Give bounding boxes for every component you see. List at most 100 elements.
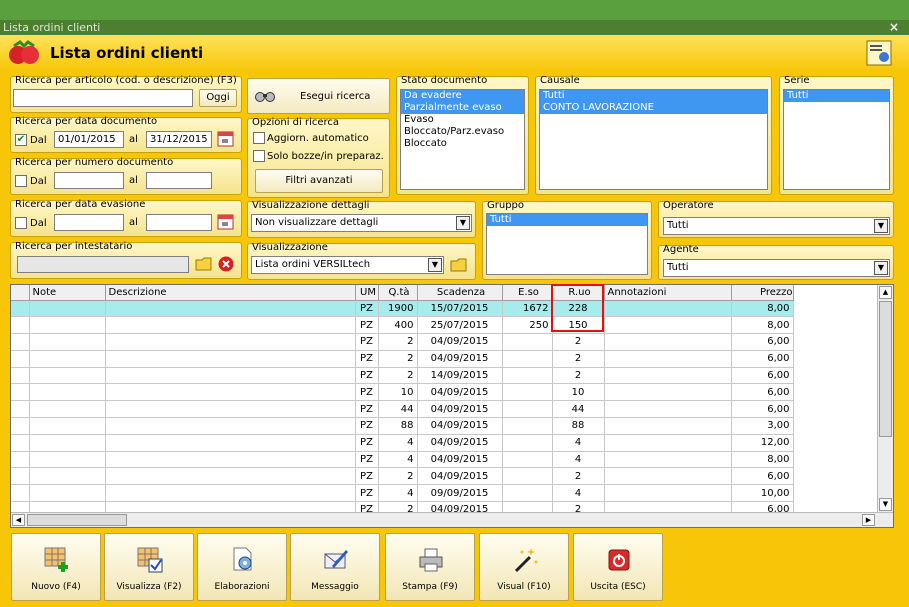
view-button[interactable]: Visualizza (F2) [104,533,194,601]
column-header[interactable]: Annotazioni [604,285,732,301]
scroll-thumb[interactable] [879,301,892,437]
doc-number-from-field[interactable] [54,172,124,189]
doc-number-to-field[interactable] [146,172,212,189]
view-select[interactable]: Lista ordini VERSILtech ▼ [251,256,444,274]
detail-view-label: Visualizzazione dettagli [252,200,370,211]
table-row[interactable]: PZ 2 04/09/2015 2 6,00 [11,350,794,368]
calendar-icon[interactable] [217,130,235,148]
table-row[interactable]: PZ 4 04/09/2015 4 12,00 [11,434,794,452]
new-button[interactable]: Nuovo (F4) [11,533,101,601]
operator-select[interactable]: Tutti ▼ [663,217,890,235]
table-row[interactable]: PZ 2 04/09/2015 2 6,00 [11,333,794,351]
column-header[interactable]: Prezzo [731,285,794,301]
holder-field[interactable] [17,256,189,273]
drafts-only-checkbox[interactable] [253,150,265,162]
table-row[interactable]: PZ 4 04/09/2015 4 8,00 [11,451,794,469]
table-cell [604,467,732,486]
vertical-scrollbar[interactable]: ▲ ▼ [877,285,893,512]
search-article-input[interactable] [13,89,193,107]
table-cell: 09/09/2015 [417,484,503,503]
horizontal-scrollbar[interactable]: ◀ ▶ [11,512,893,527]
doc-state-item[interactable]: Bloccato/Parz.evaso [401,126,524,138]
calendar-icon[interactable] [217,213,235,231]
table-row[interactable]: PZ 400 25/07/2015 250 150 8,00 [11,316,794,335]
doc-state-item[interactable]: Evaso [401,114,524,126]
column-header[interactable]: UM [355,285,379,301]
auto-update-checkbox[interactable] [253,132,265,144]
group-list[interactable]: Tutti [486,213,648,275]
table-cell: PZ [355,467,379,486]
doc-date-checkbox[interactable]: ✔ [15,134,27,146]
column-header[interactable]: Q.tà [378,285,418,301]
table-cell: 44 [552,400,605,419]
serie-item[interactable]: Tutti [784,90,889,102]
folder-icon[interactable] [195,255,213,273]
table-cell: 4 [552,434,605,452]
table-cell [105,333,356,351]
table-row[interactable]: PZ 10 04/09/2015 10 6,00 [11,383,794,402]
doc-date-to-label: al [129,134,138,145]
table-row[interactable]: PZ 2 14/09/2015 2 6,00 [11,367,794,385]
folder-icon[interactable] [450,256,468,274]
visual-button[interactable]: Visual (F10) [479,533,569,601]
scroll-right-icon[interactable]: ▶ [862,514,875,526]
causale-item[interactable]: Tutti [540,90,767,102]
table-cell: PZ [355,400,379,419]
table-cell [11,451,30,469]
exit-button-label: Uscita (ESC) [590,582,646,592]
doc-state-item[interactable]: Bloccato [401,138,524,150]
doc-number-checkbox[interactable] [15,175,27,187]
search-article-label: Ricerca per articolo (cod. o descrizione… [15,75,237,86]
hscroll-thumb[interactable] [27,514,127,526]
table-row[interactable]: PZ 1900 15/07/2015 1672 228 8,00 [11,300,794,318]
evasion-date-from-field[interactable] [54,214,124,231]
user-settings-icon[interactable] [866,40,892,66]
exit-button[interactable]: Uscita (ESC) [573,533,663,601]
causale-list[interactable]: Tutti CONTO LAVORAZIONE [539,89,768,190]
message-button[interactable]: Messaggio [290,533,380,601]
evasion-date-checkbox[interactable] [15,217,27,229]
group-item[interactable]: Tutti [487,214,647,226]
column-header[interactable]: Note [29,285,106,301]
scroll-up-icon[interactable]: ▲ [879,286,892,299]
table-cell [502,451,553,469]
scroll-left-icon[interactable]: ◀ [12,514,25,526]
elaborations-button[interactable]: Elaborazioni [197,533,287,601]
window-close-icon[interactable]: × [889,20,899,35]
doc-state-item[interactable]: Da evadere [401,90,524,102]
doc-state-item[interactable]: Parzialmente evaso [401,102,524,114]
doc-date-from-field[interactable]: 01/01/2015 [54,131,124,148]
column-header[interactable]: Descrizione [105,285,356,301]
today-button[interactable]: Oggi [199,89,237,107]
column-header[interactable] [11,285,30,301]
table-cell: 6,00 [731,400,794,419]
evasion-date-to-field[interactable] [146,214,212,231]
table-row[interactable]: PZ 2 04/09/2015 2 6,00 [11,467,794,486]
column-header[interactable]: E.so [502,285,553,301]
print-button[interactable]: Stampa (F9) [385,533,475,601]
table-cell [604,316,732,335]
table-cell [604,400,732,419]
elaborations-button-label: Elaborazioni [214,582,270,592]
column-header[interactable]: Scadenza [417,285,503,301]
chevron-down-icon[interactable]: ▼ [874,219,888,233]
agent-select[interactable]: Tutti ▼ [663,259,890,277]
chevron-down-icon[interactable]: ▼ [874,261,888,275]
scroll-down-icon[interactable]: ▼ [879,498,892,511]
doc-state-list[interactable]: Da evadere Parzialmente evaso Evaso Bloc… [400,89,525,190]
orders-table[interactable]: Note Descrizione UM Q.tà Scadenza E.so R.uo Ann… [10,284,894,528]
table-row[interactable]: PZ 4 09/09/2015 4 10,00 [11,484,794,503]
table-row[interactable]: PZ 44 04/09/2015 44 6,00 [11,400,794,419]
detail-view-select[interactable]: Non visualizzare dettagli ▼ [251,214,472,232]
clear-icon[interactable] [217,255,235,273]
table-row[interactable]: PZ 88 04/09/2015 88 3,00 [11,417,794,435]
doc-date-to-field[interactable]: 31/12/2015 [146,131,212,148]
table-cell: 2 [378,333,418,351]
evasion-date-to-label: al [129,217,138,228]
chevron-down-icon[interactable]: ▼ [428,258,442,272]
chevron-down-icon[interactable]: ▼ [456,216,470,230]
run-search-button[interactable]: Esegui ricerca [247,78,390,114]
advanced-filters-button[interactable]: Filtri avanzati [255,169,383,193]
serie-list[interactable]: Tutti [783,89,890,190]
causale-item[interactable]: CONTO LAVORAZIONE [540,102,767,114]
